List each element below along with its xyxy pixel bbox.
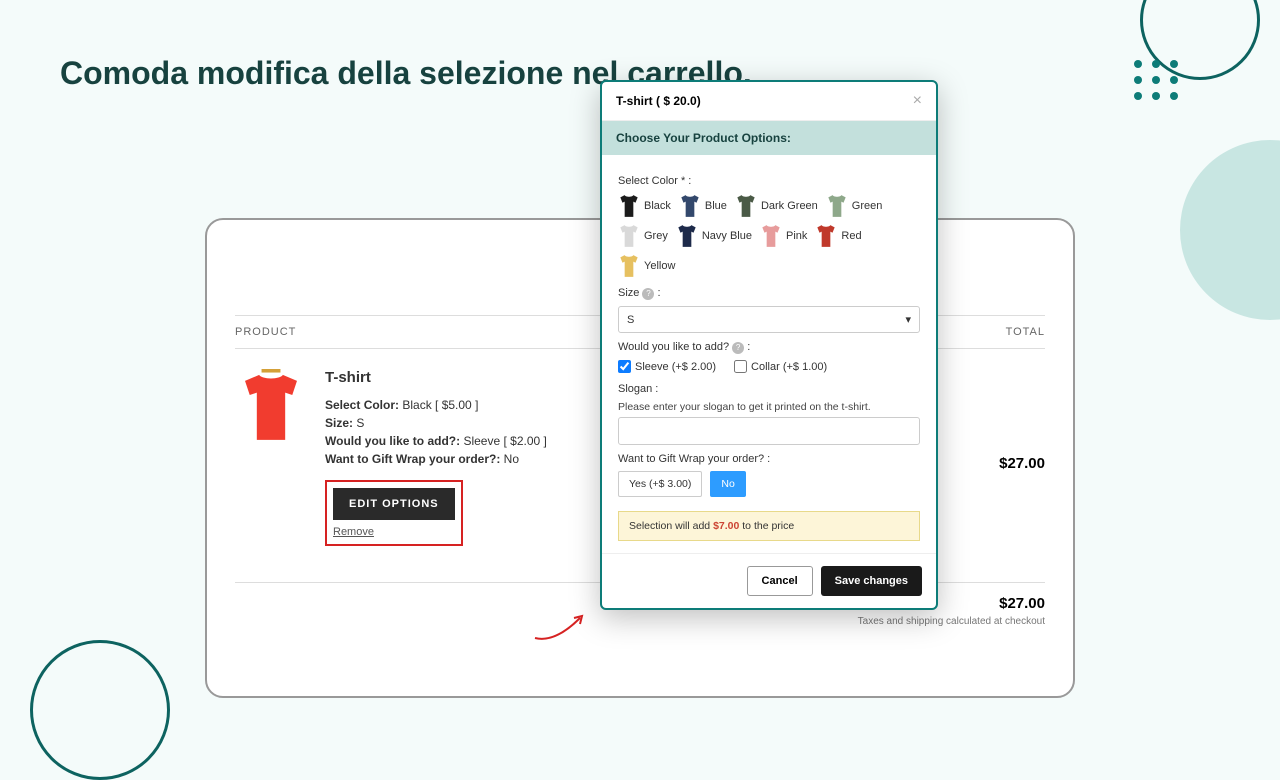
color-label: Select Color: (325, 398, 399, 412)
arrow-annotation (530, 608, 590, 648)
selection-price-bar: Selection will add $7.00 to the price (618, 511, 920, 541)
col-product: PRODUCT (235, 326, 296, 338)
size-selected: S (627, 314, 634, 326)
check-label: Collar (+$ 1.00) (751, 361, 827, 373)
subtotal-note: Taxes and shipping calculated at checkou… (235, 616, 1045, 627)
color-swatch-blue[interactable]: Blue (679, 193, 727, 219)
color-swatch-red[interactable]: Red (815, 223, 861, 249)
close-icon[interactable]: × (913, 92, 922, 110)
color-name: Grey (644, 230, 668, 242)
wrap-value: No (504, 452, 519, 466)
edit-options-button[interactable]: EDIT OPTIONS (333, 488, 455, 520)
color-name: Yellow (644, 260, 675, 272)
check-label: Sleeve (+$ 2.00) (635, 361, 716, 373)
tshirt-icon (815, 223, 837, 249)
modal-title: T-shirt ( $ 20.0) (616, 94, 701, 108)
color-name: Pink (786, 230, 807, 242)
selection-amount: $7.00 (713, 520, 739, 532)
color-swatch-grey[interactable]: Grey (618, 223, 668, 249)
tshirt-icon (676, 223, 698, 249)
color-swatch-green[interactable]: Green (826, 193, 883, 219)
addon-checks: Sleeve (+$ 2.00) Collar (+$ 1.00) (618, 360, 920, 373)
wrap-label: Want to Gift Wrap your order?: (325, 452, 500, 466)
addon-check[interactable]: Collar (+$ 1.00) (734, 360, 827, 373)
addon-value: Sleeve [ $2.00 ] (463, 434, 546, 448)
edit-highlight-box: EDIT OPTIONS Remove (325, 480, 463, 546)
options-heading: Choose Your Product Options: (602, 121, 936, 155)
size-field-label: Size ? : (618, 287, 920, 300)
decoration-circle (30, 640, 170, 780)
checkbox-input[interactable] (618, 360, 631, 373)
color-swatch-pink[interactable]: Pink (760, 223, 807, 249)
col-total: TOTAL (1006, 326, 1045, 338)
tshirt-icon (618, 253, 640, 279)
color-name: Blue (705, 200, 727, 212)
color-name: Green (852, 200, 883, 212)
decoration-circle (1180, 140, 1280, 320)
cancel-button[interactable]: Cancel (747, 566, 813, 596)
tshirt-icon (618, 223, 640, 249)
color-name: Dark Green (761, 200, 818, 212)
select-color-label: Select Color * : (618, 175, 920, 187)
info-icon[interactable]: ? (642, 288, 654, 300)
item-total: $27.00 (999, 455, 1045, 472)
slogan-label: Slogan : (618, 383, 920, 395)
color-swatch-grid: Black Blue Dark Green Green Grey Navy Blue Pin… (618, 193, 920, 279)
tshirt-icon (735, 193, 757, 219)
color-swatch-black[interactable]: Black (618, 193, 671, 219)
chevron-down-icon: ▾ (905, 313, 911, 326)
info-icon[interactable]: ? (732, 342, 744, 354)
tshirt-icon (618, 193, 640, 219)
product-image (235, 369, 307, 447)
color-swatch-navy-blue[interactable]: Navy Blue (676, 223, 752, 249)
addon-check[interactable]: Sleeve (+$ 2.00) (618, 360, 716, 373)
decoration-dots (1134, 60, 1180, 100)
color-swatch-yellow[interactable]: Yellow (618, 253, 675, 279)
slogan-hint: Please enter your slogan to get it print… (618, 401, 920, 413)
color-name: Navy Blue (702, 230, 752, 242)
giftwrap-label: Want to Gift Wrap your order? : (618, 453, 920, 465)
tshirt-icon (760, 223, 782, 249)
color-name: Black (644, 200, 671, 212)
color-name: Red (841, 230, 861, 242)
tshirt-icon (679, 193, 701, 219)
checkbox-input[interactable] (734, 360, 747, 373)
item-total-col: $27.00 (999, 369, 1045, 546)
save-button[interactable]: Save changes (821, 566, 922, 596)
size-value: S (356, 416, 364, 430)
size-label: Size: (325, 416, 353, 430)
edit-options-modal: T-shirt ( $ 20.0) × Choose Your Product … (600, 80, 938, 610)
tshirt-icon (235, 369, 307, 447)
giftwrap-yes-button[interactable]: Yes (+$ 3.00) (618, 471, 702, 497)
size-select[interactable]: S ▾ (618, 306, 920, 333)
giftwrap-no-button[interactable]: No (710, 471, 745, 497)
slogan-input[interactable] (618, 417, 920, 445)
addon-label: Would you like to add?: (325, 434, 460, 448)
color-swatch-dark-green[interactable]: Dark Green (735, 193, 818, 219)
addon-field-label: Would you like to add? ? : (618, 341, 920, 354)
remove-link[interactable]: Remove (333, 526, 455, 538)
tshirt-icon (826, 193, 848, 219)
color-value: Black [ $5.00 ] (402, 398, 478, 412)
